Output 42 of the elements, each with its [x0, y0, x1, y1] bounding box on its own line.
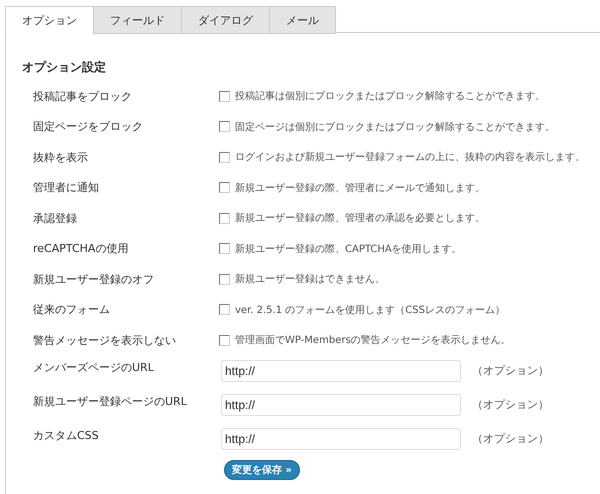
tab[interactable]: フィールド [94, 6, 182, 34]
checkbox[interactable] [219, 152, 230, 163]
option-label: 固定ページをブロック [32, 119, 144, 134]
option-label: 承認登録 [32, 210, 78, 226]
url-field[interactable]: http:// [221, 428, 461, 450]
option-description: 投稿記事は個別にブロックまたはブロック解除することができます。 [235, 90, 545, 104]
section-heading: オプション設定 [22, 59, 107, 75]
save-button[interactable]: 変更を保存 » [224, 460, 300, 480]
field-label: メンバーズページのURL [32, 360, 155, 374]
option-description: 新規ユーザー登録の際、CAPTCHAを使用します。 [235, 242, 462, 256]
checkbox[interactable] [219, 304, 230, 316]
url-field[interactable]: http:// [221, 394, 461, 416]
optional-note: （オプション） [472, 397, 549, 412]
option-description: ver. 2.5.1 のフォームを使用します（CSSレスのフォーム） [235, 304, 505, 317]
checkbox[interactable] [219, 334, 230, 346]
option-label: 管理者に通知 [32, 180, 100, 196]
checkbox[interactable] [219, 212, 230, 224]
checkbox[interactable] [219, 121, 230, 132]
option-label: reCAPTCHAの使用 [32, 241, 130, 256]
tab[interactable]: ダイアログ [182, 6, 270, 34]
option-label: 新規ユーザー登録のオフ [32, 272, 155, 287]
checkbox[interactable] [219, 90, 230, 102]
option-description: 新規ユーザー登録の際、管理者にメールで通知します。 [235, 182, 485, 195]
option-label: 警告メッセージを表示しない [32, 332, 177, 348]
url-field[interactable]: http:// [221, 360, 461, 382]
option-label: 従来のフォーム [32, 302, 111, 318]
option-description: 管理画面でWP-Membersの警告メッセージを表示しません。 [235, 334, 511, 348]
checkbox[interactable] [219, 274, 230, 285]
option-description: 固定ページは個別にブロックまたはブロック解除することができます。 [235, 120, 555, 134]
checkbox[interactable] [219, 243, 230, 254]
option-description: 新規ユーザー登録の際、管理者の承認を必要とします。 [235, 212, 485, 226]
field-label: カスタムCSS [32, 428, 100, 442]
optional-note: （オプション） [472, 431, 549, 446]
checkbox[interactable] [219, 182, 230, 194]
option-description: ログインおよび新規ユーザー登録フォームの上に、抜粋の内容を表示します。 [235, 150, 585, 164]
field-label: 新規ユーザー登録ページのURL [32, 394, 188, 408]
option-label: 投稿記事をブロック [32, 88, 133, 104]
option-label: 抜粋を表示 [32, 150, 89, 165]
option-description: 新規ユーザー登録はできません。 [235, 272, 385, 286]
optional-note: （オプション） [472, 363, 549, 378]
tab[interactable]: メール [270, 6, 336, 34]
tab[interactable]: オプション [5, 6, 94, 35]
